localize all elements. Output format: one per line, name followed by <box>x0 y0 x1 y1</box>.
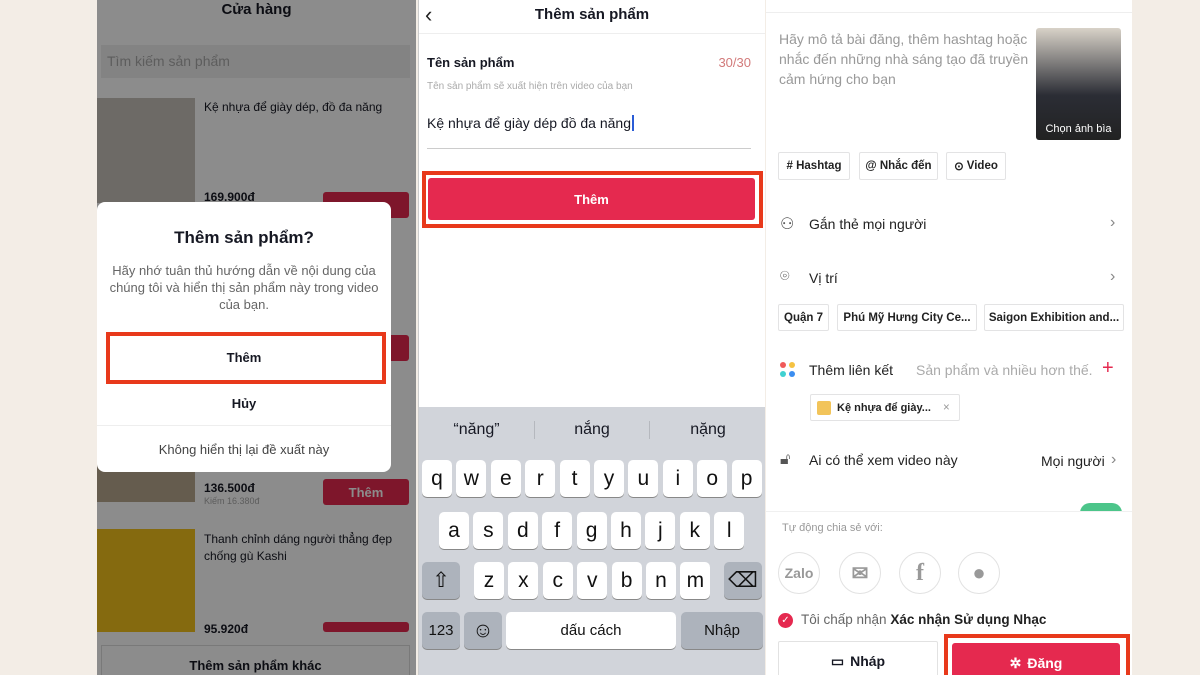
key-s[interactable]: s <box>473 512 504 549</box>
mention-chip[interactable]: @ Nhắc đến <box>859 152 938 180</box>
choose-cover-label: Chọn ảnh bìa <box>1045 123 1112 135</box>
dialog-cancel-button[interactable]: Hủy <box>97 384 391 426</box>
dialog-title: Thêm sản phẩm? <box>174 228 314 247</box>
privacy-row[interactable]: Ai có thể xem video này <box>809 452 958 468</box>
zalo-share-button[interactable]: Zalo <box>778 552 820 594</box>
text-cursor <box>631 115 634 131</box>
add-product-screen: ‹ Thêm sản phẩm Tên sản phẩm 30/30 Tên s… <box>418 0 765 675</box>
music-consent: Tôi chấp nhận Xác nhận Sử dụng Nhạc <box>801 612 1046 627</box>
chevron-right-icon: › <box>1110 214 1116 231</box>
key-f[interactable]: f <box>542 512 573 549</box>
checkbox-checked-icon[interactable]: ✓ <box>778 613 793 628</box>
hashtag-chip[interactable]: # Hashtag <box>778 152 850 180</box>
key-z[interactable]: z <box>474 562 504 599</box>
key-b[interactable]: b <box>611 562 642 599</box>
key-h[interactable]: h <box>611 512 641 549</box>
linked-product-chip[interactable]: Kệ nhựa để giày... × <box>810 394 960 421</box>
draft-icon: ▭ <box>830 652 845 669</box>
plus-icon[interactable]: + <box>1102 357 1114 380</box>
key-r[interactable]: r <box>525 460 556 497</box>
divider <box>766 12 1132 13</box>
char-counter: 30/30 <box>718 55 751 70</box>
shop-bag-icon <box>817 400 831 415</box>
suggestion[interactable]: nặng <box>649 421 765 439</box>
dialog-message: Hãy nhớ tuân thủ hướng dẫn về nội dung c… <box>109 263 379 312</box>
field-label: Tên sản phẩm <box>427 55 515 70</box>
key-d[interactable]: d <box>507 512 538 549</box>
play-icon: ⊙ <box>954 161 964 173</box>
privacy-value: Mọi người <box>1041 453 1105 469</box>
key-n[interactable]: n <box>646 562 676 599</box>
consent-text: Tôi chấp nhận <box>801 612 891 627</box>
dont-show-again-button[interactable]: Không hiển thị lại đề xuất này <box>97 428 391 470</box>
lock-icon: 🔓︎ <box>780 451 791 468</box>
video-chip[interactable]: ⊙ Video <box>946 152 1006 180</box>
chevron-right-icon: › <box>1111 451 1117 468</box>
chip-label: Video <box>966 160 998 172</box>
tag-people-row[interactable]: Gắn thẻ mọi người <box>809 216 926 232</box>
highlight-box <box>106 332 386 384</box>
key-j[interactable]: j <box>645 512 676 549</box>
draft-label: Nháp <box>850 653 886 669</box>
location-chip[interactable]: Quận 7 <box>778 304 829 331</box>
key-m[interactable]: m <box>680 562 711 599</box>
key-v[interactable]: v <box>577 562 608 599</box>
apps-icon <box>780 362 796 378</box>
key-w[interactable]: w <box>456 460 487 497</box>
caption-input[interactable]: Hãy mô tả bài đăng, thêm hashtag hoặc nh… <box>779 29 1029 89</box>
highlight-box <box>944 634 1130 675</box>
bottom-sheet: Tự động chia sẻ với: Zalo ✉ f ● ✓ Tôi ch… <box>766 511 1132 675</box>
location-chip[interactable]: Saigon Exhibition and... <box>984 304 1124 331</box>
add-product-dialog: Thêm sản phẩm? Hãy nhớ tuân thủ hướng dẫ… <box>97 202 391 472</box>
chevron-right-icon: › <box>1110 268 1116 285</box>
input-value: Kệ nhựa để giày dép đồ đa năng <box>427 115 631 131</box>
key-i[interactable]: i <box>662 460 693 497</box>
key-y[interactable]: y <box>594 460 624 497</box>
key-l[interactable]: l <box>714 512 745 549</box>
field-hint: Tên sản phẩm sẽ xuất hiện trên video của… <box>427 81 633 92</box>
messenger-icon[interactable]: ✉ <box>839 552 881 594</box>
facebook-icon[interactable]: f <box>899 552 941 594</box>
keyboard: “năng” nắng nặng q w e r t y u i o p a s d f g h j k l ⇧ z x c… <box>419 407 765 675</box>
add-link-hint: Sản phẩm và nhiều hơn thế. <box>916 362 1093 378</box>
cover-image[interactable]: Chọn ảnh bìa <box>1036 28 1121 140</box>
key-p[interactable]: p <box>731 460 762 497</box>
page-title: Thêm sản phẩm <box>534 6 650 23</box>
key-q[interactable]: q <box>422 460 452 497</box>
key-x[interactable]: x <box>508 562 539 599</box>
post-screen: Hãy mô tả bài đăng, thêm hashtag hoặc nh… <box>766 0 1132 675</box>
draft-button[interactable]: ▭ Nháp <box>778 641 938 675</box>
space-key[interactable]: dấu cách <box>506 612 676 649</box>
remove-icon[interactable]: × <box>943 402 950 414</box>
return-key[interactable]: Nhập <box>681 612 763 649</box>
highlight-box <box>422 171 763 228</box>
location-chip[interactable]: Phú Mỹ Hưng City Ce... <box>837 304 977 331</box>
music-consent-link[interactable]: Xác nhận Sử dụng Nhạc <box>890 612 1046 627</box>
product-name-input[interactable]: Kệ nhựa để giày dép đồ đa năng <box>427 115 751 149</box>
auto-share-label: Tự động chia sẻ với: <box>782 522 883 534</box>
suggestion[interactable]: nắng <box>534 421 649 439</box>
message-icon[interactable]: ● <box>958 552 1000 594</box>
add-link-row[interactable]: Thêm liên kết <box>809 362 893 378</box>
key-k[interactable]: k <box>679 512 710 549</box>
key-a[interactable]: a <box>439 512 469 549</box>
divider <box>419 33 765 34</box>
key-c[interactable]: c <box>542 562 573 599</box>
key-u[interactable]: u <box>628 460 659 497</box>
key-t[interactable]: t <box>559 460 590 497</box>
linked-product-label: Kệ nhựa để giày... <box>837 401 931 414</box>
location-pin-icon: ⌾ <box>780 268 790 285</box>
key-o[interactable]: o <box>697 460 728 497</box>
person-icon: ⚇ <box>780 216 795 233</box>
location-row[interactable]: Vị trí <box>809 270 838 286</box>
suggestion[interactable]: “năng” <box>419 421 534 439</box>
shop-screen: Cửa hàng Tìm kiếm sản phẩm Kệ nhựa để gi… <box>97 0 416 675</box>
numbers-key[interactable]: 123 <box>422 612 460 649</box>
shift-key[interactable]: ⇧ <box>422 562 460 599</box>
key-g[interactable]: g <box>576 512 607 549</box>
key-e[interactable]: e <box>490 460 521 497</box>
emoji-key[interactable]: ☺ <box>464 612 502 649</box>
backspace-key[interactable]: ⌫ <box>724 562 762 599</box>
